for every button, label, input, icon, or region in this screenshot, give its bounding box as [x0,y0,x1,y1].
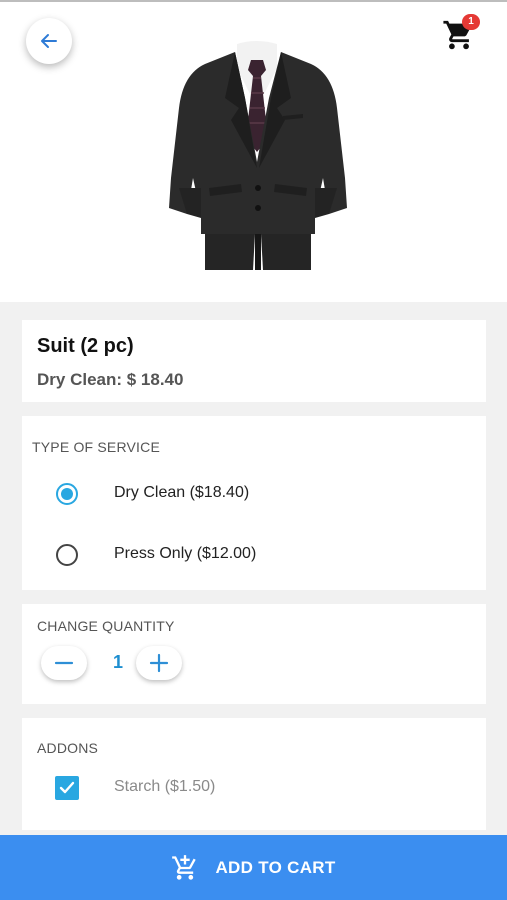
addon-checkbox-starch[interactable] [55,776,79,800]
increment-button[interactable] [136,646,182,680]
addons-label: ADDONS [37,740,99,756]
service-option-label: Press Only ($12.00) [114,545,257,562]
plus-icon [149,653,169,673]
minus-icon [54,661,74,665]
decrement-button[interactable] [41,646,87,680]
service-option-label: Dry Clean ($18.40) [114,484,250,501]
service-type-label: TYPE OF SERVICE [32,439,160,455]
quantity-value: 1 [112,652,123,672]
cart-count-badge: 1 [462,14,480,30]
add-shopping-cart-icon [172,854,197,880]
add-to-cart-label: ADD TO CART [215,857,336,877]
product-info-card: Suit (2 pc) Dry Clean: $ 18.40 [22,320,486,402]
service-option-press-only[interactable]: Press Only ($12.00) [22,533,486,577]
service-type-card: TYPE OF SERVICE Dry Clean ($18.40) Press… [22,416,486,590]
product-price: Dry Clean: $ 18.40 [37,370,184,389]
suit-image [169,41,347,270]
quantity-card: CHANGE QUANTITY 1 [22,604,486,704]
arrow-left-icon [41,34,57,48]
addon-label-starch: Starch ($1.50) [114,778,216,795]
back-button[interactable] [26,18,72,64]
addons-card: ADDONS Starch ($1.50) [22,718,486,830]
product-image-area: 1 [0,2,507,302]
radio-unselected-icon[interactable] [56,544,78,566]
service-option-dry-clean[interactable]: Dry Clean ($18.40) [22,472,486,516]
quantity-label: CHANGE QUANTITY [37,618,175,634]
radio-selected-icon[interactable] [56,483,78,505]
product-title: Suit (2 pc) [37,335,134,357]
add-to-cart-button[interactable]: ADD TO CART [0,835,507,900]
checkmark-icon [59,781,75,794]
cart-button[interactable]: 1 [442,14,482,52]
